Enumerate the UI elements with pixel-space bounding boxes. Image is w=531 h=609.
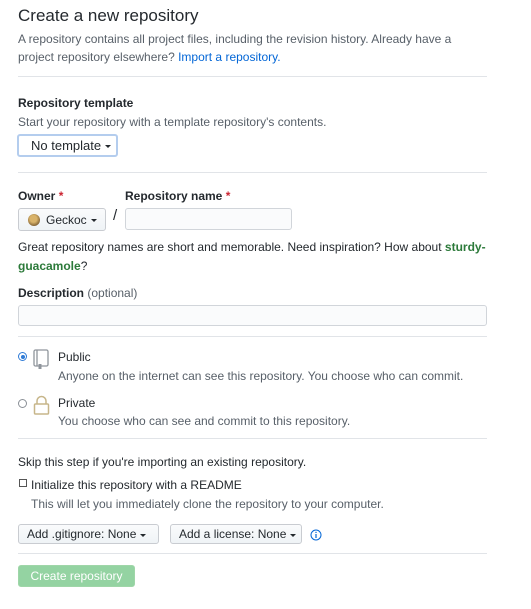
description-label-text: Description <box>18 286 85 300</box>
required-mark: * <box>225 189 231 203</box>
divider <box>18 336 487 337</box>
add-license-button[interactable]: Add a license: None <box>170 524 302 544</box>
public-note: Anyone on the internet can see this repo… <box>58 369 464 383</box>
caret-down-icon <box>90 219 97 222</box>
owner-label: Owner * <box>18 189 63 203</box>
owner-name: Geckoc <box>46 212 87 227</box>
description-label: Description (optional) <box>18 286 137 300</box>
suggestion-text: Great repository names are short and mem… <box>18 240 442 254</box>
create-repository-button[interactable]: Create repository <box>18 565 135 587</box>
template-select-button[interactable]: No template <box>17 134 118 157</box>
optional-note: (optional) <box>87 286 138 300</box>
readme-note: This will let you immediately clone the … <box>31 497 384 511</box>
avatar <box>28 213 40 226</box>
info-icon[interactable] <box>310 529 322 544</box>
public-repo-icon <box>33 349 50 373</box>
license-label: Add a license: None <box>179 527 287 541</box>
required-mark: * <box>58 189 64 203</box>
repo-name-label-text: Repository name <box>125 189 223 203</box>
suggested-name-part: sturdy- <box>444 240 486 254</box>
private-note: You choose who can see and commit to thi… <box>58 414 351 428</box>
owner-label-text: Owner <box>18 189 56 203</box>
gitignore-label: Add .gitignore: None <box>27 527 137 541</box>
page-title: Create a new repository <box>18 6 199 25</box>
add-gitignore-button[interactable]: Add .gitignore: None <box>18 524 159 544</box>
page-intro: A repository contains all project files,… <box>18 30 468 66</box>
repo-name-suggestion: Great repository names are short and mem… <box>18 238 488 276</box>
template-label: Repository template <box>18 96 134 110</box>
divider <box>18 172 487 173</box>
suggested-name-part: guacamole <box>18 259 81 273</box>
suggestion-end: ? <box>80 259 88 273</box>
repo-name-label: Repository name * <box>125 189 230 203</box>
private-label: Private <box>58 396 96 410</box>
caret-down-icon <box>290 533 297 537</box>
divider <box>18 438 487 439</box>
import-note: Skip this step if you're importing an ex… <box>18 455 307 469</box>
owner-select-button[interactable]: Geckoc <box>18 208 106 231</box>
readme-checkbox[interactable] <box>19 479 27 487</box>
owner-repo-separator: / <box>113 207 118 224</box>
template-select-label: No template <box>31 138 102 153</box>
caret-down-icon <box>105 145 112 148</box>
divider <box>18 76 487 77</box>
readme-label: Initialize this repository with a README <box>31 478 242 492</box>
lock-icon <box>33 395 50 419</box>
public-radio[interactable] <box>18 352 27 361</box>
repository-name-input[interactable] <box>125 208 292 230</box>
private-radio[interactable] <box>18 399 27 408</box>
template-note: Start your repository with a template re… <box>18 115 327 129</box>
public-label: Public <box>58 350 91 364</box>
import-repository-link[interactable]: Import a repository. <box>178 50 280 64</box>
divider <box>18 553 487 554</box>
caret-down-icon <box>140 533 147 537</box>
description-input[interactable] <box>18 305 487 326</box>
